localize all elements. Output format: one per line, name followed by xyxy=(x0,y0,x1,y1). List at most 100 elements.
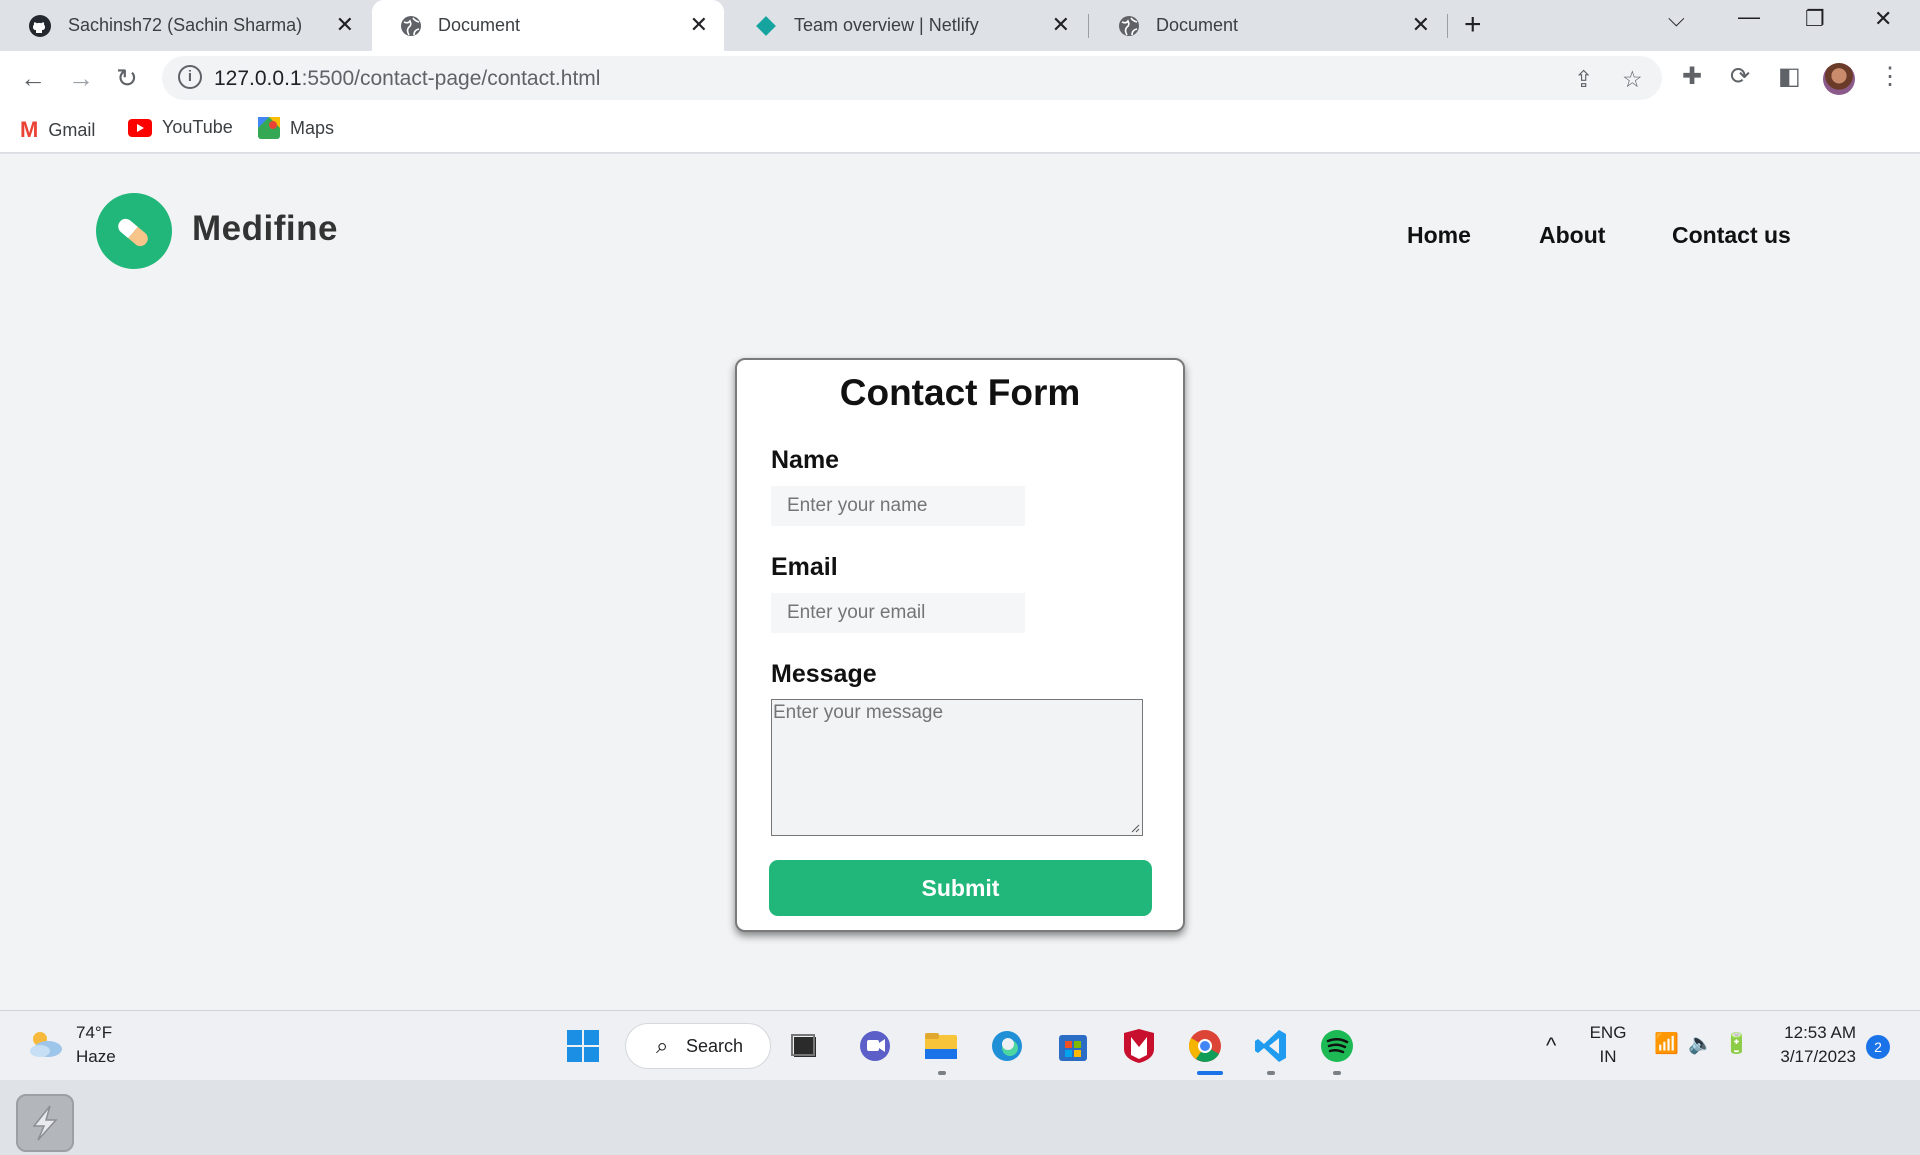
nav-about[interactable]: About xyxy=(1539,222,1605,249)
browser-toolbar: ← → ↻ i 127.0.0.1:5500/contact-page/cont… xyxy=(0,51,1920,107)
restore-icon[interactable]: ❐ xyxy=(1805,6,1825,32)
bookmark-label: YouTube xyxy=(162,117,233,137)
close-window-icon[interactable]: ✕ xyxy=(1874,6,1892,32)
language-bottom[interactable]: IN xyxy=(1588,1047,1628,1067)
name-label: Name xyxy=(771,446,840,474)
task-view-icon[interactable] xyxy=(786,1027,824,1065)
email-label: Email xyxy=(771,553,838,581)
bookmark-label: Maps xyxy=(290,117,335,138)
battery-charging-icon[interactable]: 🔋 xyxy=(1724,1031,1749,1056)
message-textarea[interactable]: Enter your message xyxy=(771,699,1143,836)
weather-haze-icon[interactable] xyxy=(26,1029,64,1059)
spotify-icon[interactable] xyxy=(1318,1027,1356,1065)
message-placeholder: Enter your message xyxy=(773,702,944,723)
pill-icon xyxy=(115,215,151,250)
language-top[interactable]: ENG xyxy=(1588,1023,1628,1043)
tab-search-chevron-icon[interactable]: ⌵ xyxy=(1668,6,1685,32)
contact-form-card: Contact Form Name Enter your name Email … xyxy=(735,358,1185,932)
github-icon xyxy=(29,14,51,37)
new-tab-plus-icon[interactable]: + xyxy=(1464,8,1482,42)
page-viewport: Medifine Home About Contact us Contact F… xyxy=(0,154,1920,1152)
tab-separator xyxy=(1088,14,1089,38)
share-icon[interactable]: ⇪ xyxy=(1574,66,1593,93)
name-input[interactable]: Enter your name xyxy=(771,486,1025,526)
tab-strip: Sachinsh72 (Sachin Sharma) ✕ Document ✕ … xyxy=(0,0,1920,51)
nav-contact-us[interactable]: Contact us xyxy=(1672,222,1791,249)
tab-github[interactable]: Sachinsh72 (Sachin Sharma) ✕ xyxy=(0,0,370,51)
search-label: Search xyxy=(686,1036,744,1056)
edge-icon[interactable] xyxy=(988,1027,1026,1065)
floating-extension-button[interactable] xyxy=(16,1094,74,1152)
bookmark-maps[interactable]: Maps xyxy=(258,117,334,139)
close-icon[interactable]: ✕ xyxy=(1412,12,1430,38)
tab-netlify[interactable]: Team overview | Netlify ✕ xyxy=(726,0,1086,51)
show-hidden-icons-chevron-icon[interactable]: ^ xyxy=(1546,1033,1556,1059)
notification-badge[interactable]: 2 xyxy=(1866,1035,1890,1059)
weather-condition[interactable]: Haze xyxy=(76,1047,116,1067)
performance-icon[interactable]: ⟳ xyxy=(1730,62,1750,91)
extensions-puzzle-icon[interactable]: ✚ xyxy=(1682,62,1702,91)
gmail-icon: M xyxy=(20,117,39,142)
running-indicator xyxy=(1267,1071,1275,1075)
taskbar-search[interactable]: ⌕ Search xyxy=(625,1023,771,1069)
url-path: :5500/contact-page/contact.html xyxy=(301,67,601,90)
forward-arrow-icon[interactable]: → xyxy=(68,63,94,94)
medifine-logo[interactable] xyxy=(96,193,172,269)
weather-temperature[interactable]: 74°F xyxy=(76,1023,112,1043)
volume-icon[interactable]: 🔈 xyxy=(1688,1031,1713,1056)
profile-avatar[interactable] xyxy=(1823,63,1855,95)
globe-icon xyxy=(1119,15,1139,36)
form-title: Contact Form xyxy=(839,372,1081,413)
brand-name[interactable]: Medifine xyxy=(192,209,338,249)
back-arrow-icon[interactable]: ← xyxy=(20,63,46,94)
tab-document[interactable]: Document ✕ xyxy=(1090,0,1446,51)
bookmark-gmail[interactable]: M Gmail xyxy=(20,117,95,143)
windows-taskbar: 74°F Haze ⌕ Search ^ ENG IN 📶 🔈 🔋 12:53 … xyxy=(0,1010,1920,1080)
active-app-indicator xyxy=(1197,1071,1223,1075)
globe-icon xyxy=(401,15,421,36)
close-icon[interactable]: ✕ xyxy=(1052,12,1070,38)
lightning-icon xyxy=(32,1105,58,1141)
close-icon[interactable]: ✕ xyxy=(690,12,708,38)
maps-icon xyxy=(258,117,280,139)
tab-separator xyxy=(1447,14,1448,38)
submit-button[interactable]: Submit xyxy=(769,860,1152,916)
close-icon[interactable]: ✕ xyxy=(336,12,354,38)
menu-kebab-icon[interactable]: ⋮ xyxy=(1878,62,1902,91)
nav-home[interactable]: Home xyxy=(1407,222,1471,249)
microsoft-store-icon[interactable] xyxy=(1054,1027,1092,1065)
bookmarks-bar: M Gmail YouTube Maps xyxy=(0,107,1920,153)
running-indicator xyxy=(938,1071,946,1075)
url-host: 127.0.0.1 xyxy=(214,67,302,90)
search-icon: ⌕ xyxy=(656,1033,669,1058)
tab-title: Document xyxy=(1156,15,1239,35)
url-text[interactable]: 127.0.0.1:5500/contact-page/contact.html xyxy=(214,67,600,91)
screen: Sachinsh72 (Sachin Sharma) ✕ Document ✕ … xyxy=(0,0,1920,1152)
tab-title: Document xyxy=(438,15,521,35)
teams-chat-icon[interactable] xyxy=(856,1027,894,1065)
resize-handle-icon[interactable] xyxy=(1130,823,1140,833)
bookmark-label: Gmail xyxy=(48,119,96,140)
netlify-icon xyxy=(756,15,776,36)
tab-title: Team overview | Netlify xyxy=(794,15,979,35)
vscode-icon[interactable] xyxy=(1252,1027,1290,1065)
file-explorer-icon[interactable] xyxy=(922,1027,960,1065)
wifi-icon[interactable]: 📶 xyxy=(1654,1031,1679,1056)
reload-icon[interactable]: ↻ xyxy=(116,63,138,94)
running-indicator xyxy=(1333,1071,1341,1075)
tab-title: Sachinsh72 (Sachin Sharma) xyxy=(68,15,303,35)
side-panel-icon[interactable]: ◧ xyxy=(1778,62,1801,91)
bookmark-star-icon[interactable]: ☆ xyxy=(1622,66,1643,93)
bookmark-youtube[interactable]: YouTube xyxy=(128,117,233,138)
windows-start-icon[interactable] xyxy=(564,1027,602,1065)
minimize-icon[interactable]: — xyxy=(1738,4,1760,30)
clock-time[interactable]: 12:53 AM xyxy=(1772,1023,1856,1043)
youtube-icon xyxy=(128,118,152,137)
email-input[interactable]: Enter your email xyxy=(771,593,1025,633)
clock-date[interactable]: 3/17/2023 xyxy=(1772,1047,1856,1067)
mcafee-icon[interactable] xyxy=(1120,1027,1158,1065)
tab-document-active[interactable]: Document ✕ xyxy=(372,0,724,51)
site-info-icon[interactable]: i xyxy=(178,65,202,89)
address-bar[interactable]: i 127.0.0.1:5500/contact-page/contact.ht… xyxy=(162,56,1662,100)
chrome-icon[interactable] xyxy=(1186,1027,1224,1065)
